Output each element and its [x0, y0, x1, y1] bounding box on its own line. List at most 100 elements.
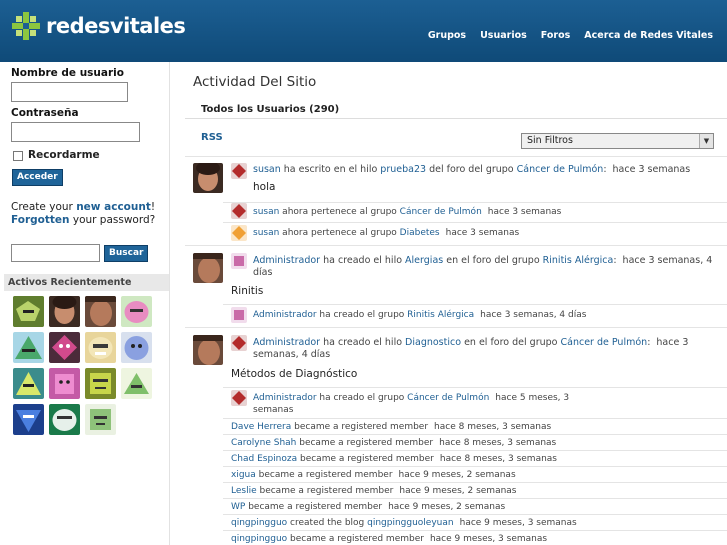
user-link[interactable]: susan [253, 228, 279, 238]
group-link[interactable]: Cáncer de Pulmón [561, 337, 648, 348]
group-link[interactable]: Diabetes [400, 228, 440, 238]
avatar[interactable] [13, 404, 44, 435]
rss-link[interactable]: RSS [201, 132, 223, 143]
create-prefix: Create your [11, 201, 77, 213]
group-link[interactable]: Cáncer de Pulmón [400, 207, 482, 217]
password-input[interactable] [11, 122, 140, 142]
group-link[interactable]: Cáncer de Pulmón [517, 164, 604, 175]
group-link[interactable]: Rinitis Alérgica [407, 310, 474, 320]
user-link[interactable]: qingpingguo [231, 518, 287, 528]
username-input[interactable] [11, 82, 128, 102]
avatar[interactable] [85, 296, 116, 327]
avatar[interactable] [231, 163, 247, 179]
activity-item: susan ahora pertenece al grupo Cáncer de… [253, 206, 727, 218]
avatar[interactable] [121, 296, 152, 327]
avatar[interactable] [193, 253, 223, 283]
activity-item: susan ahora pertenece al grupo Diabetes h… [253, 227, 727, 239]
filter-select[interactable]: Sin Filtros ▼ [521, 133, 714, 149]
search-button[interactable]: Buscar [104, 245, 149, 262]
user-link[interactable]: Chad Espinoza [231, 454, 297, 464]
user-link[interactable]: Administrador [253, 393, 317, 403]
timestamp: hace 3 semanas, 4 días [480, 310, 587, 320]
logo-text: redesvitales [46, 14, 186, 38]
activity-text: del foro del grupo [426, 164, 517, 175]
avatar[interactable] [13, 332, 44, 363]
timestamp: hace 9 meses, 3 semanas [429, 534, 548, 544]
tab-all-users[interactable]: Todos los Usuarios (290) [201, 104, 339, 115]
thread-link[interactable]: Diagnostico [405, 337, 461, 348]
activity-text: became a registered member [296, 438, 434, 448]
divider [185, 156, 727, 157]
avatar[interactable] [121, 368, 152, 399]
avatar[interactable] [231, 390, 247, 406]
avatar[interactable] [231, 307, 247, 323]
chevron-down-icon[interactable]: ▼ [699, 134, 713, 148]
avatar[interactable] [85, 332, 116, 363]
login-button[interactable]: Acceder [12, 169, 63, 186]
forgotten-link[interactable]: Forgotten [11, 214, 70, 226]
create-account-text: Create your new account! [11, 201, 155, 213]
thread-link[interactable]: Alergias [405, 255, 443, 266]
user-link[interactable]: susan [253, 207, 279, 217]
user-link[interactable]: Administrador [253, 337, 320, 348]
avatar[interactable] [49, 368, 80, 399]
user-link[interactable]: qingpingguo [231, 534, 287, 544]
avatar[interactable] [13, 296, 44, 327]
avatar[interactable] [231, 253, 247, 269]
activity-message: hola [253, 181, 276, 193]
avatar[interactable] [85, 404, 116, 435]
activity-item: qingpingguo created the blog qingpingguo… [231, 517, 727, 529]
user-link[interactable]: Carolyne Shah [231, 438, 296, 448]
avatar[interactable] [193, 335, 223, 365]
activity-message: Rinitis [231, 285, 264, 297]
nav-grupos[interactable]: Grupos [428, 30, 466, 41]
activity-item: susan ha escrito en el hilo prueba23 del… [253, 164, 713, 176]
new-account-link[interactable]: new account [76, 201, 151, 213]
timestamp: hace 9 meses, 2 semanas [388, 502, 506, 512]
avatar[interactable] [49, 296, 80, 327]
avatar[interactable] [49, 332, 80, 363]
avatar[interactable] [121, 332, 152, 363]
timestamp: hace 9 meses, 3 semanas [459, 518, 577, 528]
avatar[interactable] [231, 335, 247, 351]
top-nav: Grupos Usuarios Foros Acerca de Redes Vi… [428, 30, 713, 41]
avatar[interactable] [231, 225, 247, 241]
activity-message: Métodos de Diagnóstico [231, 368, 358, 380]
timestamp: hace 8 meses, 3 semanas [439, 438, 557, 448]
group-link[interactable]: Cáncer de Pulmón [407, 393, 489, 403]
divider [223, 222, 727, 223]
user-link[interactable]: WP [231, 502, 245, 512]
nav-foros[interactable]: Foros [541, 30, 571, 41]
user-link[interactable]: Dave Herrera [231, 422, 291, 432]
activity-item: Administrador ha creado el hilo Alergias… [253, 255, 713, 279]
activity-text: en el foro del grupo [461, 337, 561, 348]
avatar[interactable] [85, 368, 116, 399]
user-link[interactable]: Administrador [253, 255, 320, 266]
site-logo[interactable]: redesvitales [10, 10, 186, 42]
activity-item: Administrador ha creado el grupo Rinitis… [253, 309, 727, 321]
divider [223, 482, 727, 483]
thread-link[interactable]: prueba23 [380, 164, 426, 175]
timestamp: hace 3 semanas [487, 207, 562, 217]
search-input[interactable] [11, 244, 100, 262]
avatar[interactable] [13, 368, 44, 399]
user-link[interactable]: Leslie [231, 486, 257, 496]
nav-acerca[interactable]: Acerca de Redes Vitales [584, 30, 713, 41]
avatar[interactable] [231, 203, 247, 219]
blog-link[interactable]: qingpingguoleyuan [367, 518, 453, 528]
user-link[interactable]: Administrador [253, 310, 317, 320]
divider [223, 418, 727, 419]
group-link[interactable]: Rinitis Alérgica [543, 255, 614, 266]
activity-text: : [647, 337, 651, 348]
divider [223, 434, 727, 435]
user-link[interactable]: xigua [231, 470, 256, 480]
activity-item: Chad Espinoza became a registered member… [231, 453, 727, 465]
activity-text: ha creado el hilo [320, 337, 406, 348]
activity-text: ahora pertenece al grupo [279, 228, 400, 238]
user-link[interactable]: susan [253, 164, 281, 175]
nav-usuarios[interactable]: Usuarios [480, 30, 527, 41]
remember-checkbox[interactable] [13, 151, 23, 161]
avatar[interactable] [49, 404, 80, 435]
avatar[interactable] [193, 163, 223, 193]
active-avatars [13, 296, 158, 435]
